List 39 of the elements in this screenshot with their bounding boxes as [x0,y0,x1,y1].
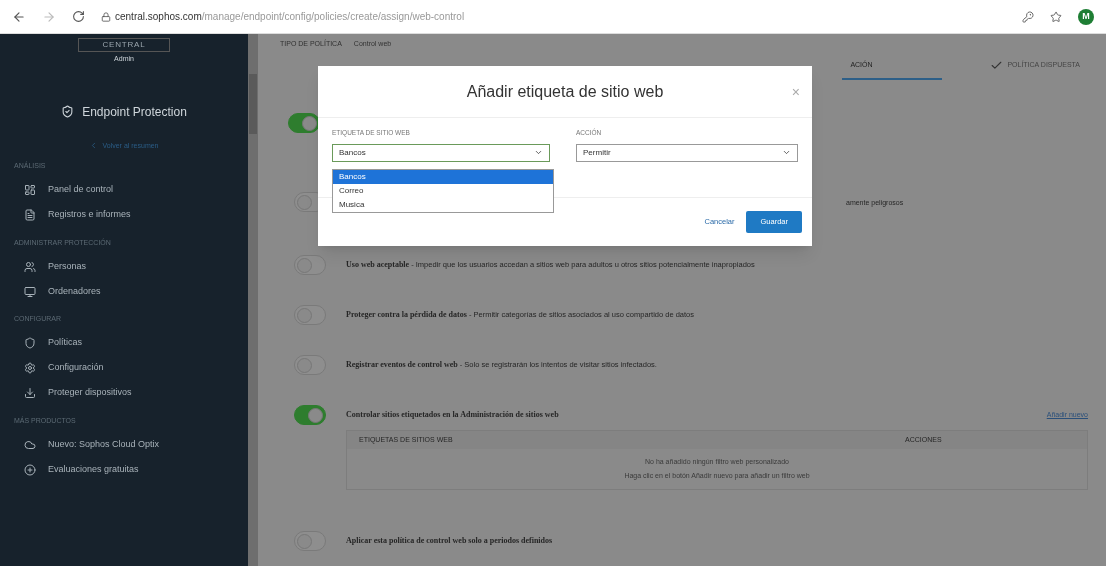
plus-circle-icon [24,463,36,476]
setting-text: Aplicar esta política de control web solo a periodos definidos [346,535,553,547]
lock-icon [101,11,111,22]
action-select[interactable]: Permitir [576,143,798,162]
dropdown-option[interactable]: Correo [333,184,553,198]
settings-icon [24,362,36,374]
toggle-switch[interactable] [294,405,326,425]
download-icon [24,387,36,399]
star-icon[interactable] [1050,10,1062,23]
dialog-title: Añadir etiqueta de sitio web [466,81,664,102]
toggle-switch[interactable] [288,113,320,133]
nav-item[interactable]: Proteger dispositivos [0,380,248,406]
brand-label: CENTRAL [77,38,171,52]
nav-item[interactable]: Ordenadores [0,279,248,304]
people-icon [24,260,36,273]
product-icon [61,105,75,118]
check-icon [990,59,1004,72]
dashboard-icon [24,184,36,196]
nav-item[interactable]: Evaluaciones gratuitas [0,457,248,482]
back-icon[interactable] [12,9,26,24]
forward-icon[interactable] [42,9,56,24]
nav-item[interactable]: Nuevo: Sophos Cloud Optix [0,432,248,457]
tag-select[interactable]: Bancos [332,143,551,162]
reload-icon[interactable] [72,10,85,23]
dropdown-option[interactable]: Bancos [333,170,553,184]
shield-icon [24,337,36,349]
cloud-icon [24,438,36,451]
key-icon[interactable] [1022,10,1034,23]
nav-item[interactable]: Panel de control [0,177,248,203]
document-icon [24,209,36,221]
dropdown-option[interactable]: Musica [333,198,553,212]
profile-avatar[interactable]: M [1078,8,1094,25]
nav-item[interactable]: Políticas [0,330,248,356]
monitor-icon [24,285,36,298]
setting-title: Controlar sitios etiquetados en la Administración de sitios web [346,409,559,421]
nav-item[interactable]: Registros e informes [0,202,248,228]
nav-item[interactable]: Configuración [0,355,248,381]
product-title: Endpoint Protection [82,103,187,121]
nav-item[interactable]: Personas [0,254,248,279]
